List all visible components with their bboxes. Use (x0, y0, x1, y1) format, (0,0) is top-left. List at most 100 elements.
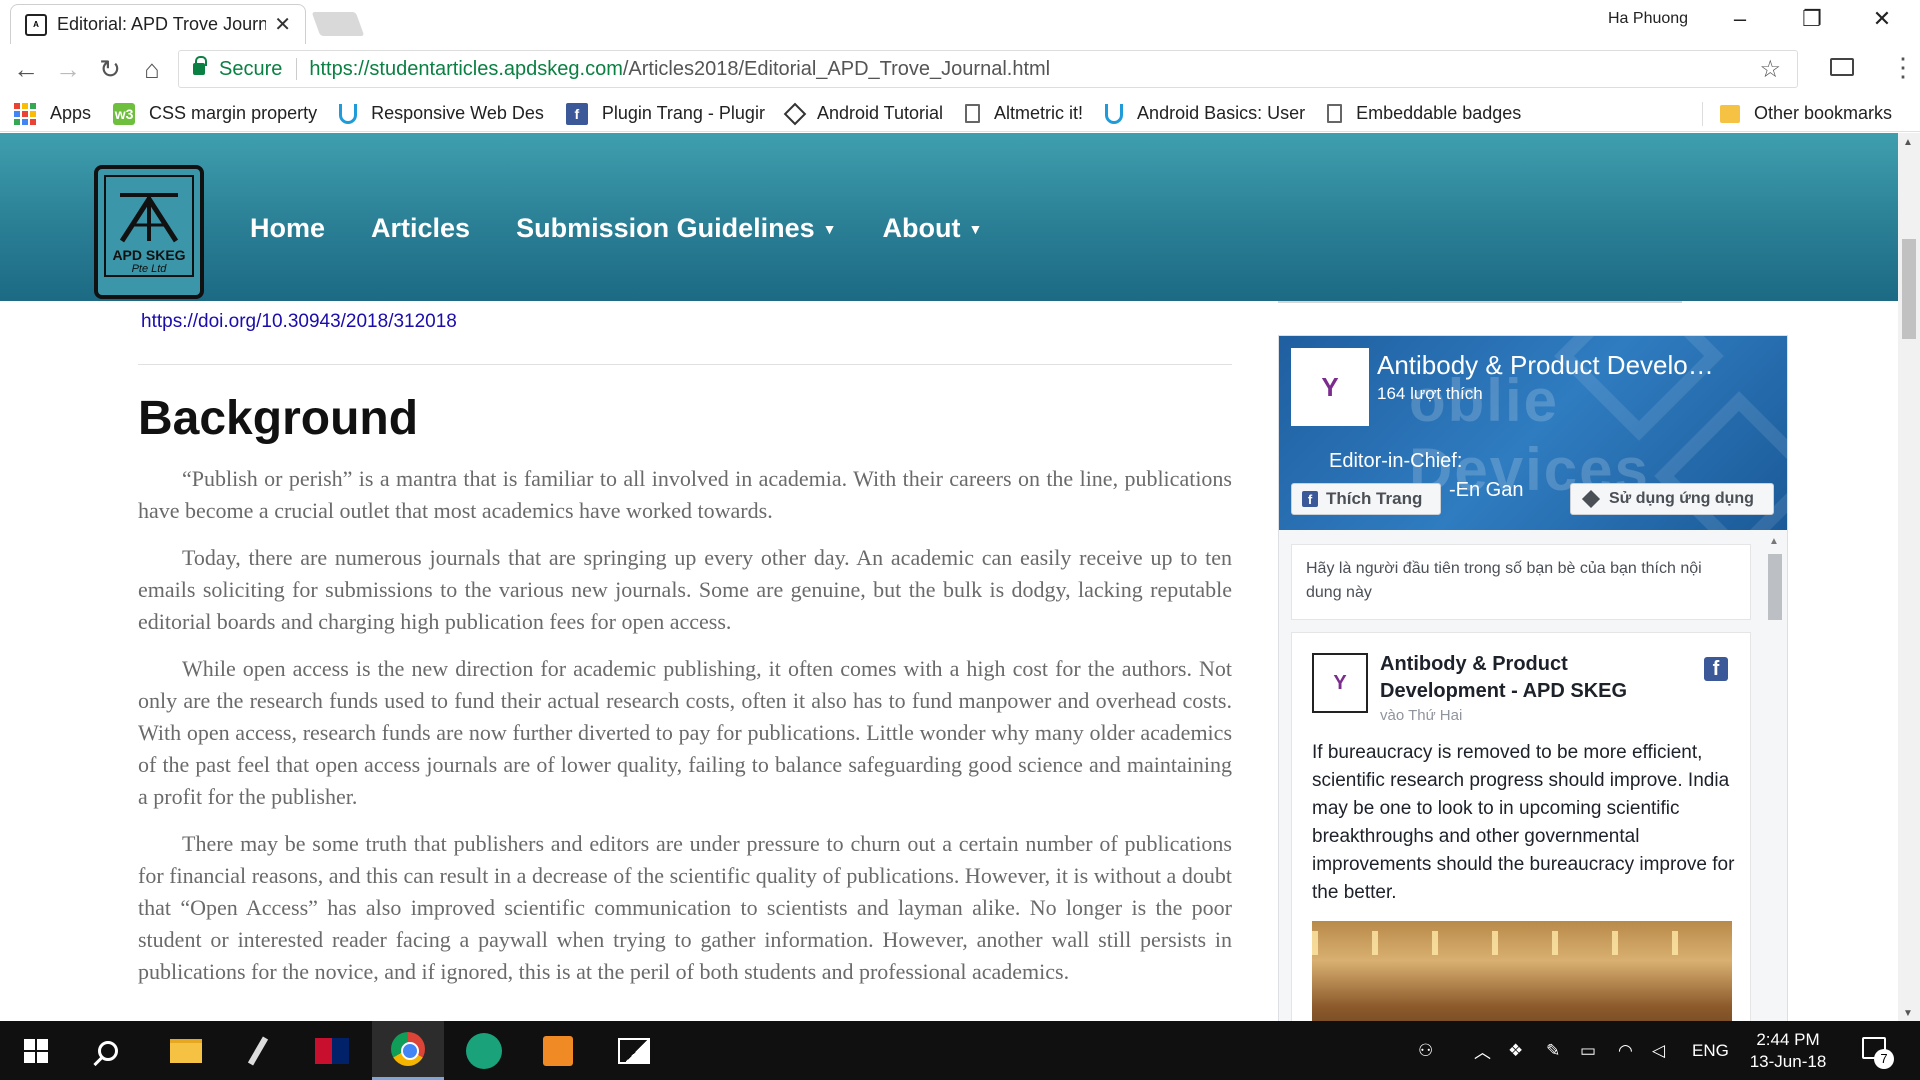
nav-about[interactable]: About ▼ (883, 213, 983, 244)
scroll-up-arrow-icon[interactable]: ▲ (1769, 536, 1779, 547)
people-icon[interactable]: ⚇ (1418, 1021, 1433, 1080)
url-host: https://studentarticles.apdskeg.com (309, 57, 623, 80)
cast-icon[interactable] (1830, 58, 1854, 76)
bookmark-plugin-trang[interactable]: f Plugin Trang - Plugir (565, 102, 765, 125)
post-text: If bureaucracy is removed to be more eff… (1312, 742, 1735, 903)
bookmarks-bar: Apps w3 CSS margin property Responsive W… (0, 96, 1920, 132)
widget-scroll-thumb[interactable] (1768, 554, 1782, 620)
bookmark-apps[interactable]: Apps (14, 102, 91, 125)
media-player-icon (543, 1035, 573, 1066)
post-avatar[interactable]: Y (1312, 653, 1368, 713)
taskbar: ⚇ ︿ ❖ ✎ ▭ ◠ ◁ ENG 2:44 PM 13-Jun-18 7 (0, 1021, 1920, 1080)
bookmark-css-margin[interactable]: w3 CSS margin property (113, 102, 318, 125)
show-hidden-icons-icon[interactable]: ︿ (1474, 1021, 1491, 1080)
bookmark-responsive-web[interactable]: Responsive Web Des (339, 103, 544, 124)
bookmark-other[interactable]: Other bookmarks (1720, 103, 1892, 124)
clock[interactable]: 2:44 PM 13-Jun-18 (1748, 1029, 1828, 1073)
browser-tab-active[interactable]: A Editorial: APD Trove Journ ✕ (10, 4, 306, 44)
atom-app[interactable] (448, 1021, 520, 1080)
page-scrollbar[interactable]: ▲ ▼ (1898, 133, 1920, 1021)
bookmark-label: Other bookmarks (1754, 103, 1893, 123)
like-page-button[interactable]: f Thích Trang (1291, 483, 1441, 515)
chrome-icon (391, 1032, 425, 1066)
bookmark-embeddable-badges[interactable]: Embeddable badges (1327, 103, 1521, 124)
widget-scrollbar[interactable]: ▲ (1765, 536, 1785, 1021)
doi-link[interactable]: https://doi.org/10.30943/2018/312018 (141, 311, 457, 333)
article-paragraph: “Publish or perish” is a mantra that is … (138, 466, 1232, 523)
browser-menu-icon[interactable]: ⋮ (1890, 52, 1916, 83)
home-icon[interactable]: ⌂ (134, 54, 170, 85)
logo-tower-icon (119, 193, 179, 243)
bookmark-star-icon[interactable]: ☆ (1759, 55, 1781, 84)
input-language[interactable]: ENG (1692, 1021, 1729, 1080)
site-logo[interactable]: APD SKEG Pte Ltd (94, 165, 204, 299)
facebook-icon: f (1302, 491, 1318, 507)
battery-icon[interactable]: ▭ (1580, 1021, 1596, 1080)
chrome-app[interactable] (372, 1021, 444, 1080)
bookmark-android-tutorial[interactable]: Android Tutorial (783, 102, 944, 125)
bookmarks-divider (1702, 102, 1703, 126)
tab-close-icon[interactable]: ✕ (274, 12, 291, 37)
facebook-page-widget: oblie Devices Y Antibody & Product Devel… (1278, 335, 1788, 1021)
use-app-button[interactable]: Sử dụng ứng dụng (1570, 483, 1774, 515)
bookmark-android-basics[interactable]: Android Basics: User (1105, 103, 1305, 124)
file-explorer-app[interactable] (150, 1021, 222, 1080)
bookmark-label: Embeddable badges (1356, 103, 1522, 123)
bookmark-label: Altmetric it! (994, 103, 1084, 123)
post-date[interactable]: vào Thứ Hai (1380, 707, 1462, 724)
back-arrow-icon[interactable]: ← (8, 54, 44, 85)
forward-arrow-icon[interactable]: → (50, 54, 86, 85)
folder-icon (170, 1038, 202, 1063)
cover-editor-name: -En Gan (1449, 479, 1524, 501)
media-player-app[interactable] (522, 1021, 594, 1080)
wifi-icon[interactable]: ◠ (1618, 1021, 1633, 1080)
profile-name[interactable]: Ha Phuong (1608, 10, 1688, 28)
new-tab-button[interactable] (311, 12, 365, 36)
section-heading: Background (138, 392, 419, 445)
diamond-icon (783, 102, 807, 125)
article-paragraph: While open access is the new direction f… (138, 656, 1232, 809)
reload-icon[interactable]: ↻ (92, 54, 128, 85)
start-button[interactable] (0, 1021, 72, 1080)
use-app-label: Sử dụng ứng dụng (1609, 490, 1754, 507)
nav-articles[interactable]: Articles (371, 213, 470, 244)
nav-about-label: About (882, 213, 961, 243)
page-avatar[interactable]: Y (1291, 348, 1369, 426)
language-app[interactable] (296, 1021, 368, 1080)
photos-icon (618, 1037, 650, 1064)
photos-app[interactable] (598, 1021, 670, 1080)
bookmark-altmetric[interactable]: Altmetric it! (965, 103, 1083, 124)
pen-app[interactable] (222, 1021, 294, 1080)
post-image[interactable] (1312, 921, 1732, 1021)
browser-toolbar: ← → ↻ ⌂ Secure https://studentarticles.a… (0, 44, 1920, 96)
restore-icon[interactable]: ❐ (1792, 6, 1832, 32)
flag-icon (315, 1037, 349, 1064)
scroll-down-arrow-icon[interactable]: ▼ (1903, 1008, 1913, 1019)
nav-submission-label: Submission Guidelines (516, 213, 815, 243)
nav-home[interactable]: Home (250, 213, 325, 244)
minimize-icon[interactable]: – (1720, 6, 1760, 32)
apps-grid-icon (14, 102, 36, 125)
address-bar[interactable]: Secure https://studentarticles.apdskeg.c… (178, 50, 1798, 88)
nav-submission-guidelines[interactable]: Submission Guidelines ▼ (516, 213, 836, 244)
pen-tray-icon[interactable]: ✎ (1546, 1021, 1560, 1080)
folder-icon (1720, 104, 1740, 123)
search-button[interactable] (72, 1021, 144, 1080)
scroll-thumb[interactable] (1902, 239, 1916, 339)
clock-date: 13-Jun-18 (1749, 1052, 1827, 1071)
dropbox-icon[interactable]: ❖ (1508, 1021, 1523, 1080)
pen-icon (247, 1036, 269, 1065)
url-text: https://studentarticles.apdskeg.com/Arti… (309, 58, 1050, 81)
volume-icon[interactable]: ◁ (1652, 1021, 1665, 1080)
atom-icon (466, 1032, 502, 1069)
bookmark-label: Android Tutorial (816, 103, 944, 123)
bookmark-label: CSS margin property (149, 103, 318, 123)
close-window-icon[interactable]: ✕ (1862, 6, 1902, 32)
logo-mark-icon (98, 187, 200, 253)
logo-subtext: Pte Ltd (131, 263, 167, 275)
tab-title: Editorial: APD Trove Journ (57, 14, 267, 34)
post-author[interactable]: Antibody & Product Development - APD SKE… (1380, 651, 1680, 705)
page-name[interactable]: Antibody & Product Develo… (1377, 350, 1714, 381)
facebook-logo-icon[interactable]: f (1704, 657, 1728, 681)
scroll-up-arrow-icon[interactable]: ▲ (1903, 137, 1913, 148)
